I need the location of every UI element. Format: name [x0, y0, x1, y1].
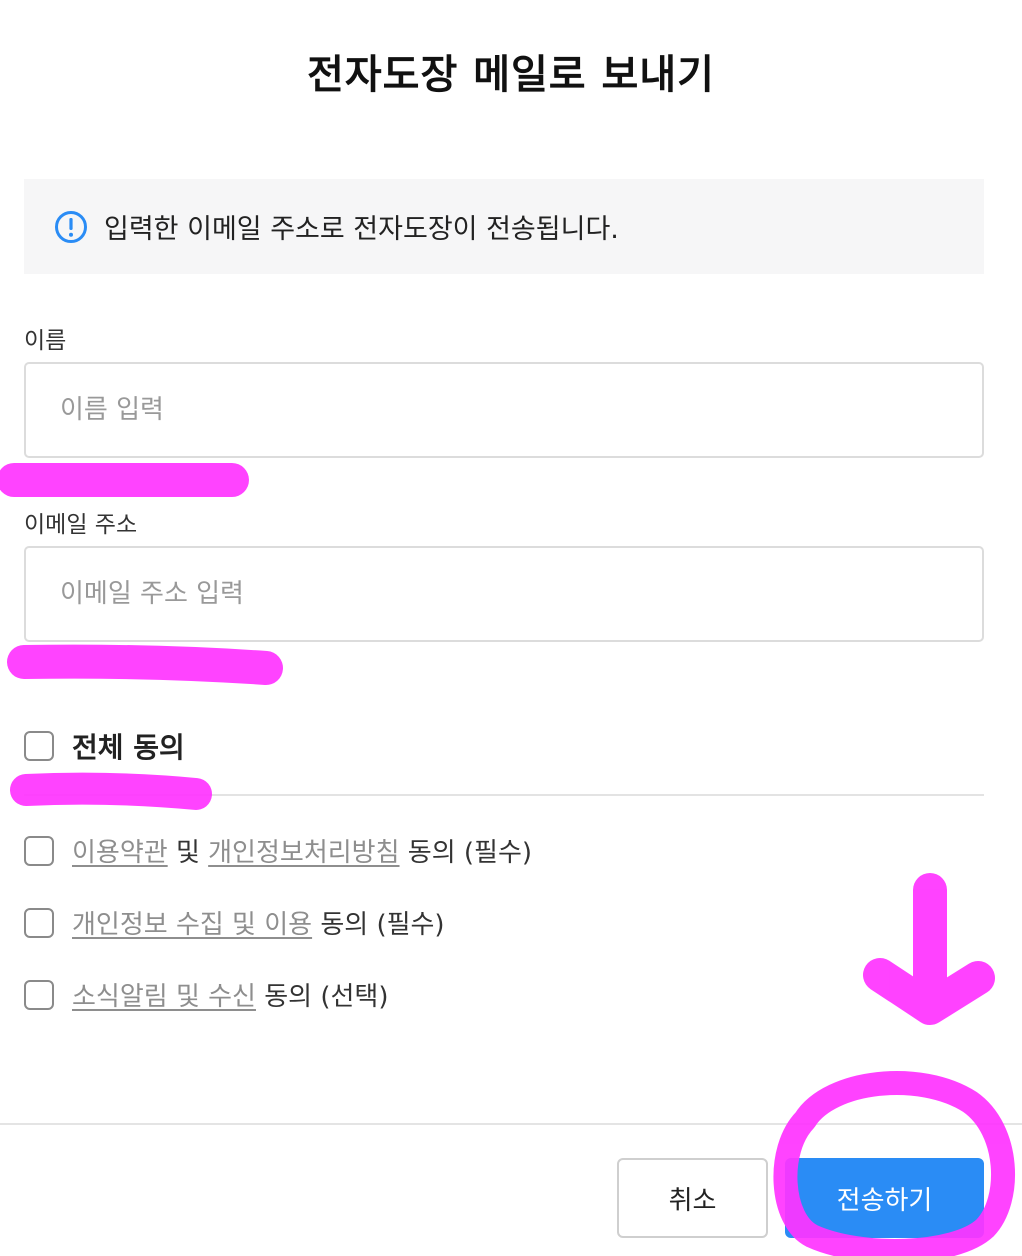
email-label: 이메일 주소	[24, 512, 138, 538]
down-arrow-icon	[863, 873, 995, 1025]
newsletter-link[interactable]: 소식알림 및 수신	[72, 982, 256, 1012]
highlight-stroke	[7, 644, 283, 685]
agree-newsletter-label: 소식알림 및 수신 동의 (선택)	[72, 976, 388, 1013]
email-input[interactable]	[24, 546, 984, 642]
agree-privacy-label: 개인정보 수집 및 이용 동의 (필수)	[72, 904, 445, 941]
info-circle-icon	[55, 210, 87, 243]
agree-privacy-row[interactable]: 개인정보 수집 및 이용 동의 (필수)	[24, 904, 445, 941]
notice-banner: 입력한 이메일 주소로 전자도장이 전송됩니다.	[24, 179, 984, 274]
privacy-policy-link[interactable]: 개인정보처리방침	[208, 838, 399, 868]
agree-all-label[interactable]: 전체 동의	[72, 726, 185, 766]
send-button[interactable]: 전송하기	[785, 1158, 984, 1238]
agree-suffix: 동의 (필수)	[399, 838, 533, 868]
terms-link[interactable]: 이용약관	[72, 838, 168, 868]
dialog-title: 전자도장 메일로 보내기	[307, 52, 715, 98]
agree-all-row[interactable]: 전체 동의	[24, 726, 185, 766]
agree-terms-checkbox[interactable]	[24, 835, 54, 866]
cancel-button[interactable]: 취소	[617, 1158, 768, 1238]
footer-divider	[0, 1123, 1022, 1125]
agree-suffix: 동의 (선택)	[255, 982, 389, 1012]
agree-newsletter-checkbox[interactable]	[24, 979, 54, 1010]
name-input[interactable]	[24, 362, 984, 458]
agree-suffix: 동의 (필수)	[312, 910, 445, 940]
agree-terms-row[interactable]: 이용약관 및 개인정보처리방침 동의 (필수)	[24, 832, 532, 869]
agree-newsletter-row[interactable]: 소식알림 및 수신 동의 (선택)	[24, 976, 388, 1013]
notice-text: 입력한 이메일 주소로 전자도장이 전송됩니다.	[104, 214, 619, 245]
agree-all-checkbox[interactable]	[24, 731, 54, 761]
agree-terms-label: 이용약관 및 개인정보처리방침 동의 (필수)	[72, 832, 532, 869]
agree-privacy-checkbox[interactable]	[24, 907, 54, 938]
connector-text: 및	[167, 838, 209, 868]
name-label: 이름	[24, 328, 67, 354]
privacy-collection-link[interactable]: 개인정보 수집 및 이용	[72, 910, 312, 940]
divider	[24, 794, 984, 796]
